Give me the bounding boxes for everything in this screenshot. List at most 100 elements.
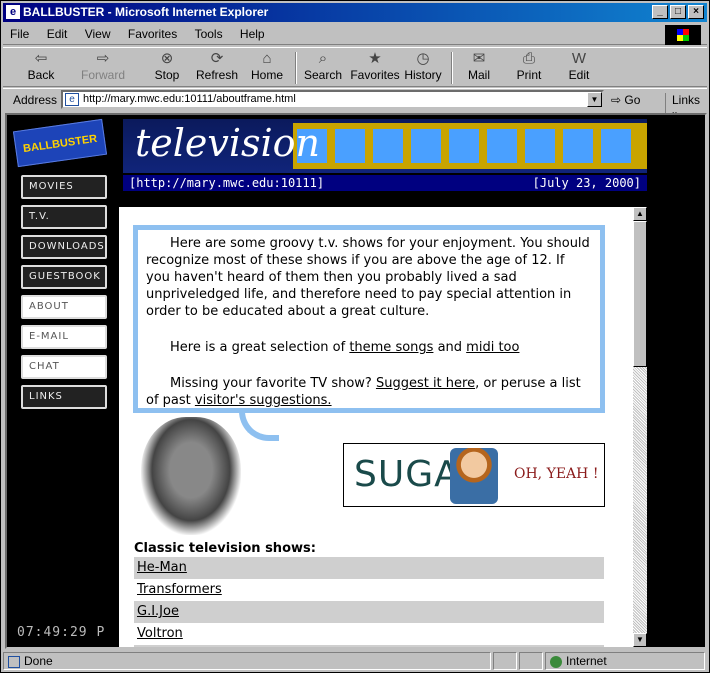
- theme-songs-link[interactable]: theme songs: [349, 340, 433, 355]
- scroll-down-button[interactable]: ▼: [633, 633, 647, 647]
- show-link-voltron[interactable]: Voltron: [137, 626, 183, 641]
- status-cell: [519, 652, 543, 670]
- search-button[interactable]: ⌕ Search: [299, 50, 347, 86]
- back-button[interactable]: ⇦ Back: [17, 50, 65, 86]
- sugar-ad-banner[interactable]: SUGAR OH, YEAH !: [343, 443, 605, 507]
- menu-view[interactable]: View: [78, 24, 118, 44]
- suggest-link[interactable]: Suggest it here: [376, 376, 475, 391]
- status-cell: [493, 652, 517, 670]
- show-link-he-man[interactable]: He-Man: [137, 560, 187, 575]
- home-icon: ⌂: [262, 50, 272, 67]
- selection-paragraph: Here is a great selection of theme songs…: [170, 340, 520, 355]
- list-item: Transformers: [134, 579, 604, 601]
- address-dropdown-button[interactable]: ▼: [587, 92, 602, 107]
- portrait-image: [141, 417, 241, 535]
- visitor-suggestions-link[interactable]: visitor's suggestions.: [195, 393, 332, 408]
- globe-icon: [550, 655, 562, 668]
- scroll-thumb[interactable]: [633, 221, 647, 367]
- nav-links[interactable]: LINKS: [21, 385, 107, 409]
- search-icon: ⌕: [318, 50, 328, 67]
- tv-banner: television: [123, 119, 647, 173]
- history-icon: ◷: [416, 50, 430, 67]
- toolbar-separator: [451, 52, 453, 84]
- forward-arrow-icon: ⇨: [96, 50, 110, 67]
- vertical-scrollbar[interactable]: ▲ ▼: [633, 207, 647, 647]
- menu-file[interactable]: File: [3, 24, 36, 44]
- browser-window: e BALLBUSTER - Microsoft Internet Explor…: [0, 0, 710, 673]
- show-link-gi-joe[interactable]: G.I.Joe: [137, 604, 179, 619]
- nav-guestbook[interactable]: GUESTBOOK: [21, 265, 107, 289]
- maximize-button[interactable]: □: [670, 5, 686, 19]
- shows-heading: Classic television shows:: [134, 541, 316, 556]
- list-item: He-Man: [134, 557, 604, 579]
- go-button[interactable]: ⇨ Go: [611, 93, 640, 107]
- list-item: Voltron: [134, 623, 604, 645]
- print-icon: ⎙: [522, 50, 535, 67]
- page-icon: e: [65, 93, 79, 106]
- minimize-button[interactable]: _: [652, 5, 668, 19]
- status-bar: Done Internet: [3, 651, 707, 671]
- close-button[interactable]: ×: [688, 5, 704, 19]
- forward-button[interactable]: ⇨ Forward: [79, 50, 127, 86]
- main-content: Here are some groovy t.v. shows for your…: [119, 207, 633, 647]
- address-input[interactable]: e http://mary.mwc.edu:10111/aboutframe.h…: [61, 90, 604, 109]
- nav-about[interactable]: ABOUT: [21, 295, 107, 319]
- menu-favorites[interactable]: Favorites: [121, 24, 184, 44]
- edit-button[interactable]: W Edit: [555, 50, 603, 86]
- favorites-button[interactable]: ★ Favorites: [347, 50, 403, 86]
- page-done-icon: [8, 655, 20, 668]
- show-link-transformers[interactable]: Transformers: [137, 582, 222, 597]
- edit-icon: W: [571, 50, 587, 67]
- toolbar-separator: [295, 52, 297, 84]
- address-bar: Address e http://mary.mwc.edu:10111/abou…: [3, 88, 707, 121]
- ad-kid-image: [450, 448, 498, 504]
- stop-button[interactable]: ⊗ Stop: [143, 50, 191, 86]
- back-arrow-icon: ⇦: [34, 50, 48, 67]
- menu-tools[interactable]: Tools: [188, 24, 230, 44]
- ie-icon: e: [6, 5, 20, 19]
- address-label: Address: [13, 93, 58, 107]
- window-title: BALLBUSTER - Microsoft Internet Explorer: [23, 5, 269, 19]
- clock: 07:49:29 P: [17, 625, 106, 640]
- nav-chat[interactable]: CHAT: [21, 355, 107, 379]
- suggest-paragraph: Missing your favorite TV show? Suggest i…: [146, 376, 581, 408]
- info-bar: [http://mary.mwc.edu:10111] [July 23, 20…: [123, 175, 647, 191]
- mail-button[interactable]: ✉ Mail: [455, 50, 503, 86]
- status-text-cell: Done: [3, 652, 491, 670]
- print-button[interactable]: ⎙ Print: [505, 50, 553, 86]
- nav-tv[interactable]: T.V.: [21, 205, 107, 229]
- home-button[interactable]: ⌂ Home: [243, 50, 291, 86]
- list-item: G.I.Joe: [134, 601, 604, 623]
- menu-help[interactable]: Help: [233, 24, 272, 44]
- title-bar: e BALLBUSTER - Microsoft Internet Explor…: [3, 3, 707, 22]
- intro-paragraph: Here are some groovy t.v. shows for your…: [146, 236, 590, 319]
- film-strip-graphic: [293, 123, 647, 169]
- stop-icon: ⊗: [160, 50, 174, 67]
- midi-link[interactable]: midi too: [466, 340, 519, 355]
- intro-box: Here are some groovy t.v. shows for your…: [133, 225, 605, 413]
- scroll-up-button[interactable]: ▲: [633, 207, 647, 221]
- nav-movies[interactable]: MOVIES: [21, 175, 107, 199]
- menu-bar: File Edit View Favorites Tools Help: [3, 24, 707, 45]
- address-url: http://mary.mwc.edu:10111/aboutframe.htm…: [83, 93, 296, 105]
- nav-email[interactable]: E-MAIL: [21, 325, 107, 349]
- refresh-button[interactable]: ⟳ Refresh: [193, 50, 241, 86]
- list-item: [134, 645, 604, 647]
- site-nav: BALLBUSTER MOVIES T.V. DOWNLOADS GUESTBO…: [7, 115, 119, 647]
- info-url: [http://mary.mwc.edu:10111]: [129, 176, 325, 190]
- ad-yeah-text: OH, YEAH !: [514, 466, 599, 482]
- mail-icon: ✉: [472, 50, 486, 67]
- page-viewport: BALLBUSTER MOVIES T.V. DOWNLOADS GUESTBO…: [5, 113, 707, 649]
- refresh-icon: ⟳: [210, 50, 224, 67]
- favorites-icon: ★: [368, 50, 382, 67]
- zone-cell: Internet: [545, 652, 705, 670]
- show-list: He-Man Transformers G.I.Joe Voltron: [134, 557, 604, 647]
- nav-downloads[interactable]: DOWNLOADS: [21, 235, 107, 259]
- menu-edit[interactable]: Edit: [40, 24, 75, 44]
- speech-bubble-tail: [239, 411, 279, 441]
- site-logo[interactable]: BALLBUSTER: [12, 118, 108, 168]
- windows-logo-icon: [665, 25, 701, 45]
- info-date: [July 23, 2000]: [532, 176, 641, 190]
- history-button[interactable]: ◷ History: [399, 50, 447, 86]
- standard-toolbar: ⇦ Back ⇨ Forward ⊗ Stop ⟳ Refresh ⌂ Home…: [3, 47, 707, 87]
